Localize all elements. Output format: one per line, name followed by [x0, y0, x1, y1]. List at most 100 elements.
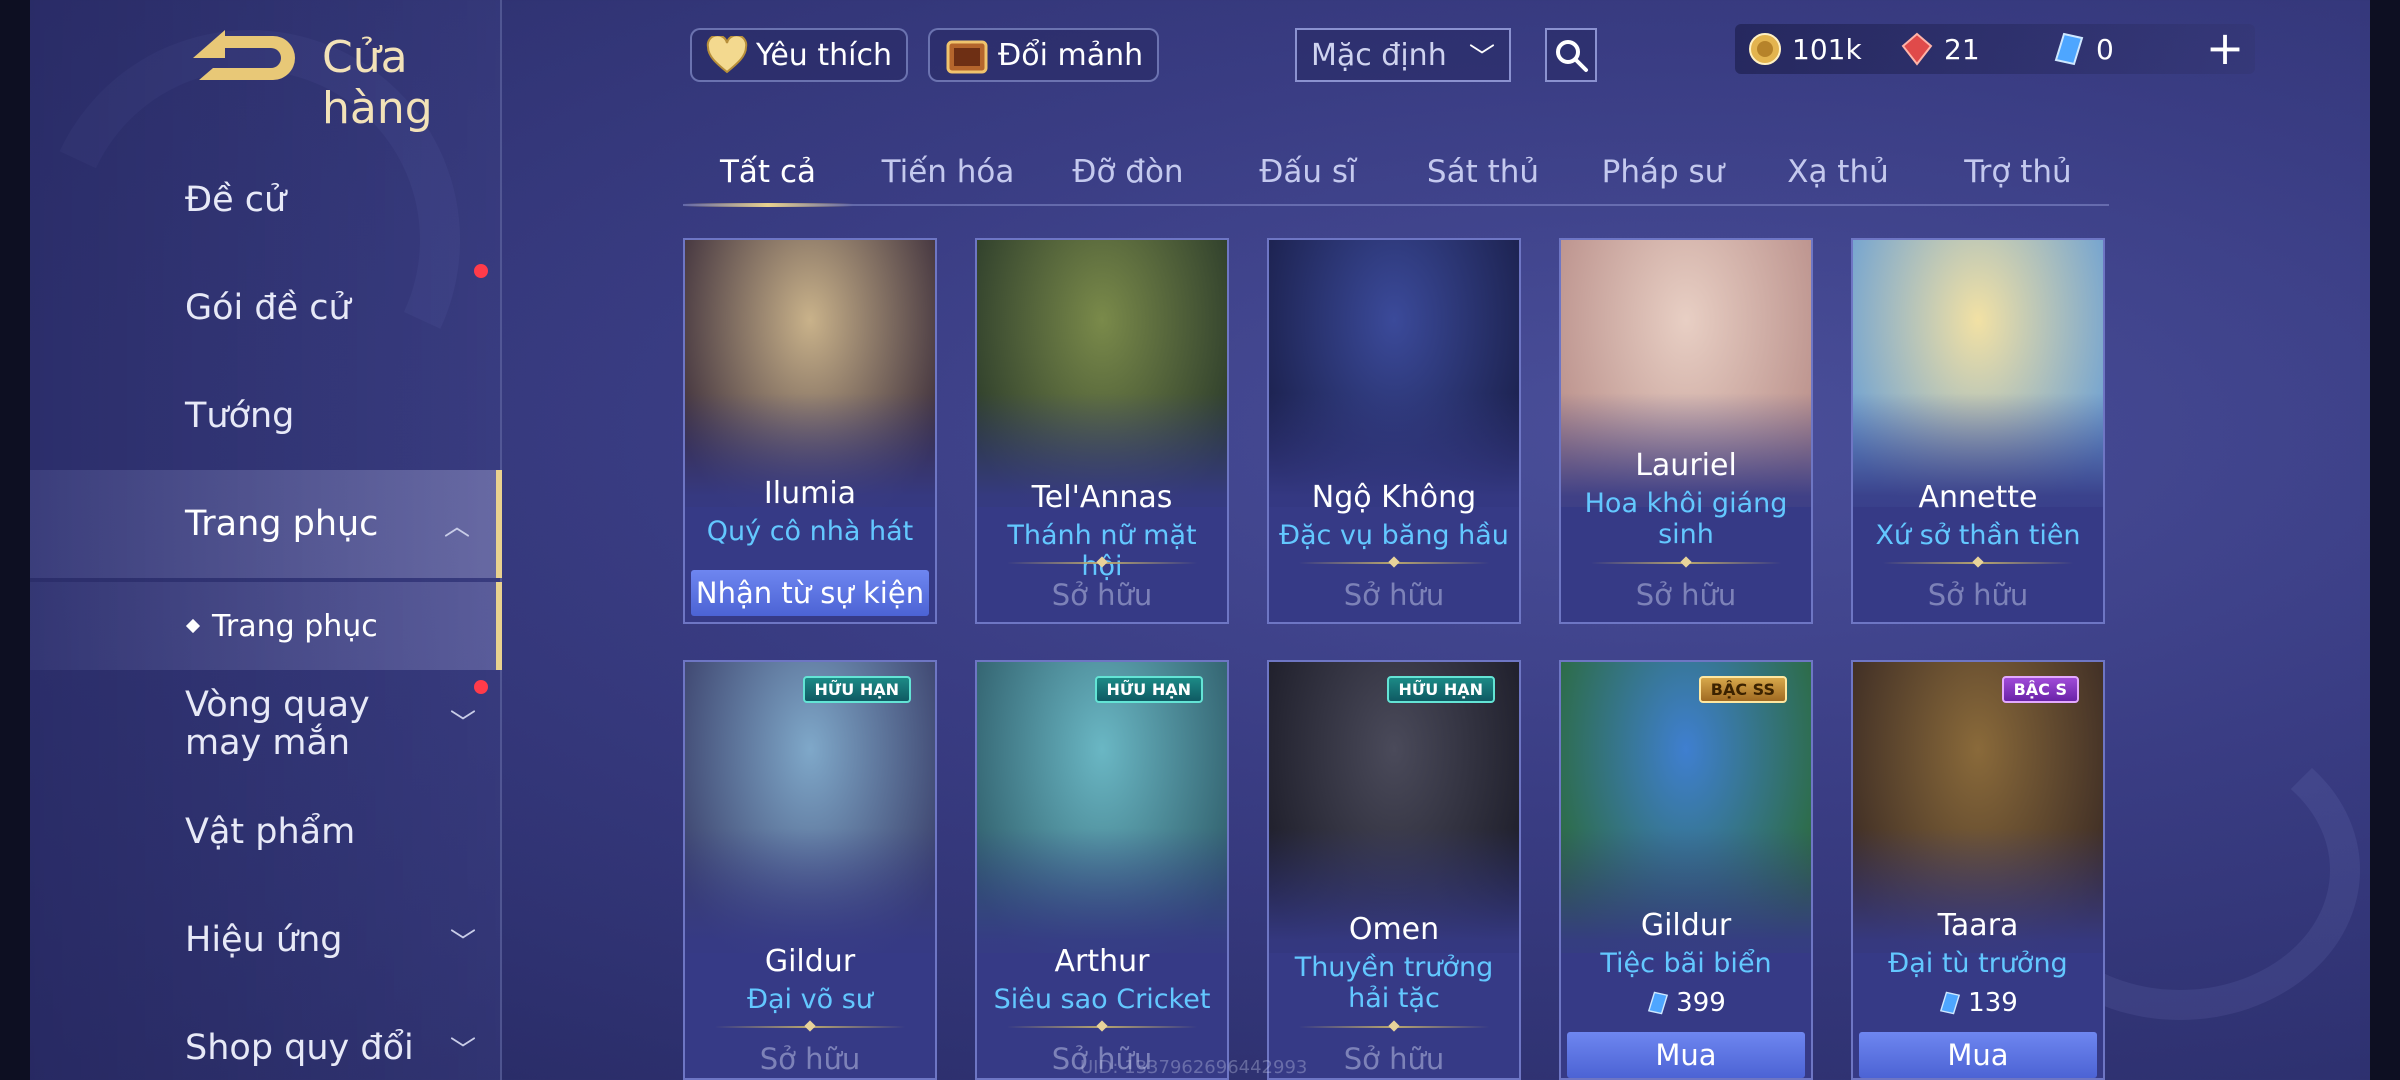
sidebar-item-items[interactable]: Vật phẩm: [30, 778, 502, 886]
back-arrow-icon: [193, 30, 295, 80]
add-currency-button[interactable]: +: [2200, 24, 2250, 74]
heart-icon: [706, 36, 748, 74]
exchange-shards-label: Đổi mảnh: [998, 37, 1144, 73]
chevron-down-icon: ﹀: [449, 927, 476, 958]
tab-marksman[interactable]: Xạ thủ: [1753, 140, 1923, 204]
favorites-button[interactable]: Yêu thích: [690, 28, 908, 82]
screen-edge-right: [2370, 0, 2400, 1080]
uid-watermark: UID: 1337962696442993: [1080, 1057, 1308, 1078]
sidebar-item-label: Trang phục: [185, 504, 379, 544]
divider: [1883, 562, 2073, 564]
tab-assassin[interactable]: Sát thủ: [1398, 140, 1568, 204]
sort-dropdown[interactable]: Mặc định ﹀: [1295, 28, 1511, 82]
rank-badge: HỮU HẠN: [1094, 676, 1203, 703]
chevron-down-icon: ﹀: [449, 709, 476, 739]
divider: [1007, 562, 1197, 564]
event-claim-button[interactable]: Nhận từ sự kiện: [691, 570, 929, 616]
skin-card[interactable]: HỮU HẠN Arthur Siêu sao Cricket Sở hữu: [975, 660, 1229, 1080]
sidebar-item-skins[interactable]: Trang phục ︿: [30, 470, 502, 578]
notification-dot: [474, 264, 488, 278]
skin-card[interactable]: Annette Xứ sở thần tiên Sở hữu: [1851, 238, 2105, 624]
currency-gold[interactable]: 101k: [1748, 26, 1862, 72]
skin-name: Đặc vụ băng hầu: [1279, 520, 1509, 551]
divider: [1299, 1026, 1489, 1028]
exchange-shards-button[interactable]: Đổi mảnh: [928, 28, 1160, 82]
divider: [715, 1026, 905, 1028]
skin-name: Đại tù trưởng: [1888, 948, 2068, 979]
skin-card[interactable]: Ilumia Quý cô nhà hát Nhận từ sự kiện: [683, 238, 937, 624]
blue-crystal-amount: 0: [2096, 32, 2114, 66]
skin-card[interactable]: Ngộ Không Đặc vụ băng hầu Sở hữu: [1267, 238, 1521, 624]
sort-selected-label: Mặc định: [1311, 37, 1447, 73]
skin-name: Quý cô nhà hát: [706, 516, 914, 547]
owned-label: Sở hữu: [759, 1042, 861, 1076]
rank-badge: BẬC SS: [1698, 676, 1787, 703]
sidebar-item-label: Hiệu ứng: [185, 920, 343, 960]
hero-name: Taara: [1937, 908, 2019, 943]
blue-crystal-icon: [2054, 32, 2084, 66]
sidebar-item-effects[interactable]: Hiệu ứng ﹀: [30, 886, 502, 994]
sidebar-item-recommended-packs[interactable]: Gói đề cử: [30, 254, 502, 362]
owned-label: Sở hữu: [1927, 578, 2029, 612]
shard-chest-icon: [946, 40, 988, 74]
hero-name: Lauriel: [1635, 448, 1737, 483]
sidebar-subitem-label: Trang phục: [212, 608, 378, 644]
search-button[interactable]: [1545, 28, 1597, 82]
tab-fighter[interactable]: Đấu sĩ: [1223, 140, 1393, 204]
skin-card[interactable]: HỮU HẠN Gildur Đại võ sư Sở hữu: [683, 660, 937, 1080]
sidebar-item-label: Vật phẩm: [185, 812, 356, 852]
sidebar-item-label: Gói đề cử: [185, 288, 351, 328]
currency-red-gem[interactable]: 21: [1900, 26, 1980, 72]
skin-name: Thuyền trưởng hải tặc: [1294, 952, 1494, 1014]
hero-name: Gildur: [764, 944, 856, 979]
price-tag: 139: [1853, 988, 2103, 1018]
chevron-up-icon: ︿: [443, 511, 470, 542]
category-tabs: Tất cả Tiến hóa Đỡ đòn Đấu sĩ Sát thủ Ph…: [683, 140, 2109, 207]
owned-label: Sở hữu: [1343, 578, 1445, 612]
notification-dot: [474, 680, 488, 694]
owned-label: Sở hữu: [1635, 578, 1737, 612]
tab-mage[interactable]: Pháp sư: [1578, 140, 1748, 204]
chevron-down-icon: ﹀: [449, 1035, 476, 1066]
skin-name: Xứ sở thần tiên: [1875, 520, 2081, 551]
sidebar-item-lucky-spin[interactable]: Vòng quay may mắn ﹀: [30, 670, 502, 778]
back-button[interactable]: [185, 28, 295, 88]
hero-name: Tel'Annas: [1031, 480, 1173, 515]
hero-name: Gildur: [1640, 908, 1732, 943]
diamond-bullet-icon: [185, 618, 201, 634]
skin-card[interactable]: Tel'Annas Thánh nữ mặt hội Sở hữu: [975, 238, 1229, 624]
sidebar-item-exchange-shop[interactable]: Shop quy đổi ﹀: [30, 994, 502, 1080]
sidebar-item-recommended[interactable]: Đề cử: [30, 146, 502, 254]
sidebar-subitem-skins[interactable]: Trang phục: [30, 582, 502, 670]
rank-badge: BẬC S: [2001, 676, 2079, 703]
price-tag: 399: [1561, 988, 1811, 1018]
sidebar: Cửa hàng Đề cử Gói đề cử Tướng Trang phụ…: [30, 0, 502, 1080]
divider: [1007, 1026, 1197, 1028]
tab-tank[interactable]: Đỡ đòn: [1043, 140, 1213, 204]
red-gem-icon: [1901, 32, 1933, 66]
sidebar-item-label: Shop quy đổi: [185, 1028, 414, 1068]
tab-all[interactable]: Tất cả: [683, 140, 853, 207]
skin-card[interactable]: BẬC S Taara Đại tù trưởng 139 Mua: [1851, 660, 2105, 1080]
price-value: 399: [1676, 988, 1726, 1018]
gold-amount: 101k: [1792, 32, 1862, 66]
hero-name: Arthur: [1054, 944, 1150, 979]
tab-evolution[interactable]: Tiến hóa: [863, 140, 1033, 204]
divider: [1299, 562, 1489, 564]
buy-button[interactable]: Mua: [1859, 1032, 2097, 1078]
skin-card[interactable]: BẬC SS Gildur Tiệc bãi biển 399 Mua: [1559, 660, 1813, 1080]
price-value: 139: [1968, 988, 2018, 1018]
hero-name: Ngộ Không: [1311, 480, 1477, 515]
skin-name: Thánh nữ mặt hội: [1007, 520, 1197, 582]
screen-edge-left: [0, 0, 30, 1080]
currency-blue-crystal[interactable]: 0: [2052, 26, 2114, 72]
tab-support[interactable]: Trợ thủ: [1933, 140, 2103, 204]
skin-name: Tiệc bãi biển: [1600, 948, 1772, 979]
skin-card[interactable]: Lauriel Hoa khôi giáng sinh Sở hữu: [1559, 238, 1813, 624]
blue-crystal-icon: [1648, 991, 1669, 1015]
sidebar-item-heroes[interactable]: Tướng: [30, 362, 502, 470]
buy-button[interactable]: Mua: [1567, 1032, 1805, 1078]
gold-coin-icon: [1749, 33, 1781, 65]
skin-card[interactable]: HỮU HẠN Omen Thuyền trưởng hải tặc Sở hữ…: [1267, 660, 1521, 1080]
hero-name: Annette: [1918, 480, 2038, 515]
